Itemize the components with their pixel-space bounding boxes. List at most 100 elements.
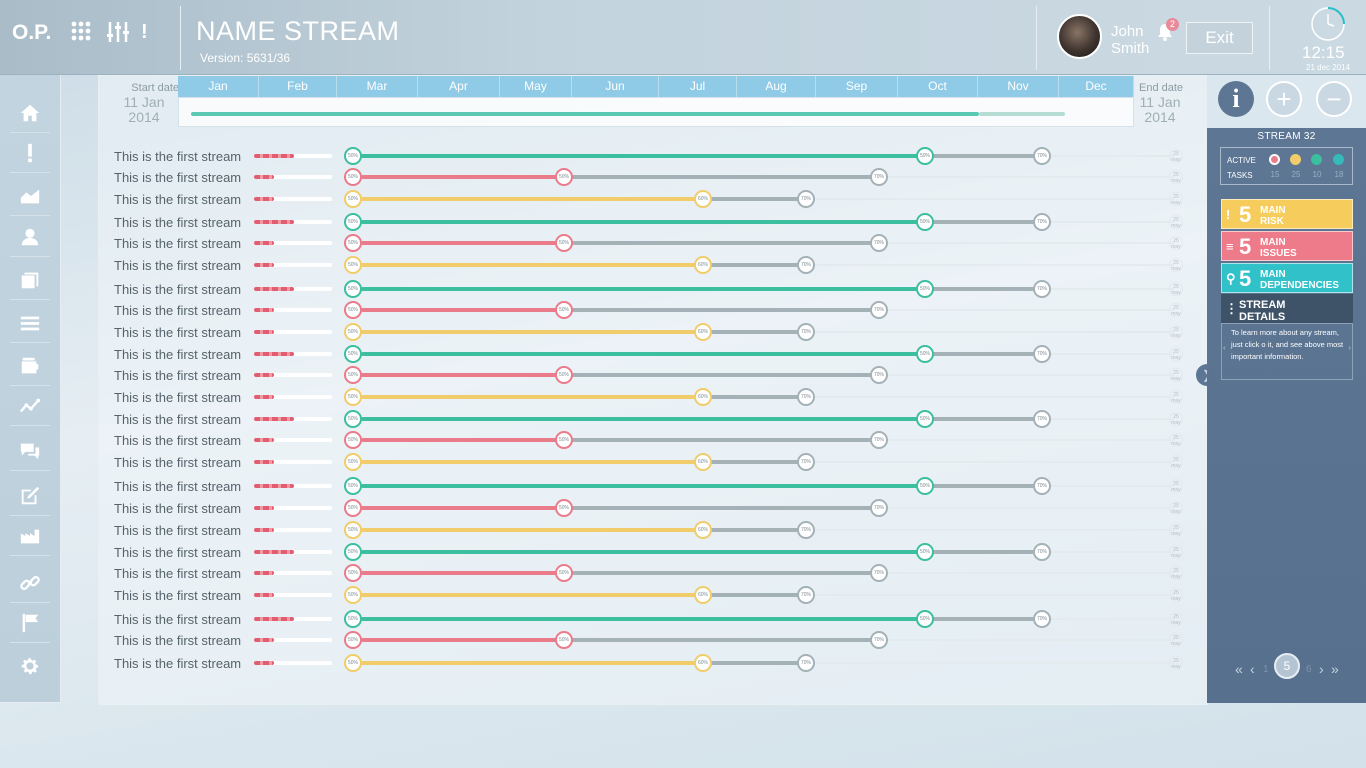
status-dot[interactable] [1333, 154, 1344, 165]
stream-start-node[interactable]: 50% [344, 213, 362, 231]
stream-start-node[interactable]: 50% [344, 190, 362, 208]
stream-target-node[interactable]: 70% [1033, 477, 1051, 495]
stream-target-node[interactable]: 70% [797, 586, 815, 604]
month-feb[interactable]: Feb [259, 76, 337, 97]
apps-grid-icon[interactable] [70, 20, 92, 48]
sidebar-item-home[interactable] [10, 93, 50, 133]
stream-start-node[interactable]: 50% [344, 366, 362, 384]
stream-target-node[interactable]: 70% [870, 631, 888, 649]
stream-details-card[interactable]: ⋮ STREAM DETAILS [1221, 294, 1353, 324]
sidebar-item-area-chart[interactable] [10, 176, 50, 216]
stream-start-node[interactable]: 50% [344, 280, 362, 298]
stream-target-node[interactable]: 70% [870, 499, 888, 517]
sidebar-item-wallet[interactable] [10, 346, 50, 386]
stream-target-node[interactable]: 70% [870, 301, 888, 319]
stream-milestone-node[interactable]: 50% [555, 168, 573, 186]
chevron-right-icon[interactable]: › [1349, 342, 1352, 354]
sidebar-item-documents[interactable] [10, 260, 50, 300]
status-dot[interactable] [1311, 154, 1322, 165]
month-sep[interactable]: Sep [816, 76, 898, 97]
stream-target-node[interactable]: 70% [797, 190, 815, 208]
stream-milestone-node[interactable]: 50% [916, 543, 934, 561]
stream-milestone-node[interactable]: 50% [555, 234, 573, 252]
month-jun[interactable]: Jun [572, 76, 659, 97]
stream-target-node[interactable]: 70% [870, 168, 888, 186]
stream-milestone-node[interactable]: 50% [916, 213, 934, 231]
pager-prev-button[interactable]: ‹ [1250, 661, 1255, 677]
month-oct[interactable]: Oct [898, 76, 978, 97]
month-jan[interactable]: Jan [178, 76, 259, 97]
stream-target-node[interactable]: 70% [1033, 280, 1051, 298]
stream-start-node[interactable]: 50% [344, 564, 362, 582]
stream-start-node[interactable]: 50% [344, 147, 362, 165]
stream-milestone-node[interactable]: 50% [555, 366, 573, 384]
status-dot[interactable] [1290, 154, 1301, 165]
stream-start-node[interactable]: 50% [344, 543, 362, 561]
alert-icon[interactable]: ! [141, 20, 148, 44]
month-may[interactable]: May [500, 76, 572, 97]
main-risk-card[interactable]: ! 5 MAIN RISK [1221, 199, 1353, 229]
stream-start-node[interactable]: 50% [344, 301, 362, 319]
stream-target-node[interactable]: 70% [797, 453, 815, 471]
stream-milestone-node[interactable]: 50% [555, 499, 573, 517]
pager-page-after[interactable]: 6 [1306, 664, 1312, 675]
stream-milestone-node[interactable]: 60% [694, 323, 712, 341]
stream-target-node[interactable]: 70% [870, 366, 888, 384]
sidebar-item-factory[interactable] [10, 516, 50, 556]
stream-milestone-node[interactable]: 50% [555, 301, 573, 319]
stream-milestone-node[interactable]: 50% [916, 477, 934, 495]
stream-target-node[interactable]: 70% [1033, 147, 1051, 165]
stream-start-node[interactable]: 50% [344, 234, 362, 252]
stream-milestone-node[interactable]: 60% [694, 256, 712, 274]
sidebar-item-list[interactable] [10, 303, 50, 343]
stream-start-node[interactable]: 50% [344, 323, 362, 341]
stream-milestone-node[interactable]: 50% [916, 610, 934, 628]
stream-target-node[interactable]: 70% [1033, 410, 1051, 428]
pager-next-button[interactable]: › [1319, 661, 1324, 677]
stream-target-node[interactable]: 70% [1033, 610, 1051, 628]
stream-milestone-node[interactable]: 50% [555, 564, 573, 582]
stream-milestone-node[interactable]: 60% [694, 521, 712, 539]
stream-milestone-node[interactable]: 50% [555, 431, 573, 449]
chevron-left-icon[interactable]: ‹ [1223, 342, 1226, 354]
stream-target-node[interactable]: 70% [797, 323, 815, 341]
stream-start-node[interactable]: 50% [344, 388, 362, 406]
stream-start-node[interactable]: 50% [344, 499, 362, 517]
sidebar-item-milestones[interactable] [10, 603, 50, 643]
month-mar[interactable]: Mar [337, 76, 418, 97]
stream-start-node[interactable]: 50% [344, 256, 362, 274]
stream-start-node[interactable]: 50% [344, 610, 362, 628]
remove-button[interactable]: − [1316, 81, 1352, 117]
stream-target-node[interactable]: 70% [797, 388, 815, 406]
stream-start-node[interactable]: 50% [344, 410, 362, 428]
sliders-icon[interactable] [106, 20, 130, 50]
stream-start-node[interactable]: 50% [344, 521, 362, 539]
month-jul[interactable]: Jul [659, 76, 737, 97]
stream-target-node[interactable]: 70% [1033, 543, 1051, 561]
sidebar-item-alerts[interactable] [10, 133, 50, 173]
exit-button[interactable]: Exit [1186, 22, 1253, 54]
stream-milestone-node[interactable]: 60% [694, 453, 712, 471]
stream-start-node[interactable]: 50% [344, 654, 362, 672]
stream-start-node[interactable]: 50% [344, 168, 362, 186]
sidebar-item-settings[interactable] [10, 646, 50, 686]
stream-target-node[interactable]: 70% [797, 256, 815, 274]
pager-first-button[interactable]: « [1235, 661, 1243, 677]
stream-milestone-node[interactable]: 50% [916, 147, 934, 165]
stream-milestone-node[interactable]: 60% [694, 654, 712, 672]
stream-start-node[interactable]: 50% [344, 586, 362, 604]
stream-target-node[interactable]: 70% [870, 234, 888, 252]
stream-milestone-node[interactable]: 60% [694, 586, 712, 604]
stream-start-node[interactable]: 50% [344, 631, 362, 649]
stream-milestone-node[interactable]: 50% [916, 345, 934, 363]
month-aug[interactable]: Aug [737, 76, 816, 97]
stream-milestone-node[interactable]: 60% [694, 190, 712, 208]
avatar[interactable] [1057, 14, 1102, 59]
pager-last-button[interactable]: » [1331, 661, 1339, 677]
stream-start-node[interactable]: 50% [344, 345, 362, 363]
stream-start-node[interactable]: 50% [344, 431, 362, 449]
sidebar-item-edit[interactable] [10, 476, 50, 516]
status-dot[interactable] [1269, 154, 1280, 165]
user-name[interactable]: John Smith [1111, 23, 1149, 57]
stream-target-node[interactable]: 70% [797, 654, 815, 672]
